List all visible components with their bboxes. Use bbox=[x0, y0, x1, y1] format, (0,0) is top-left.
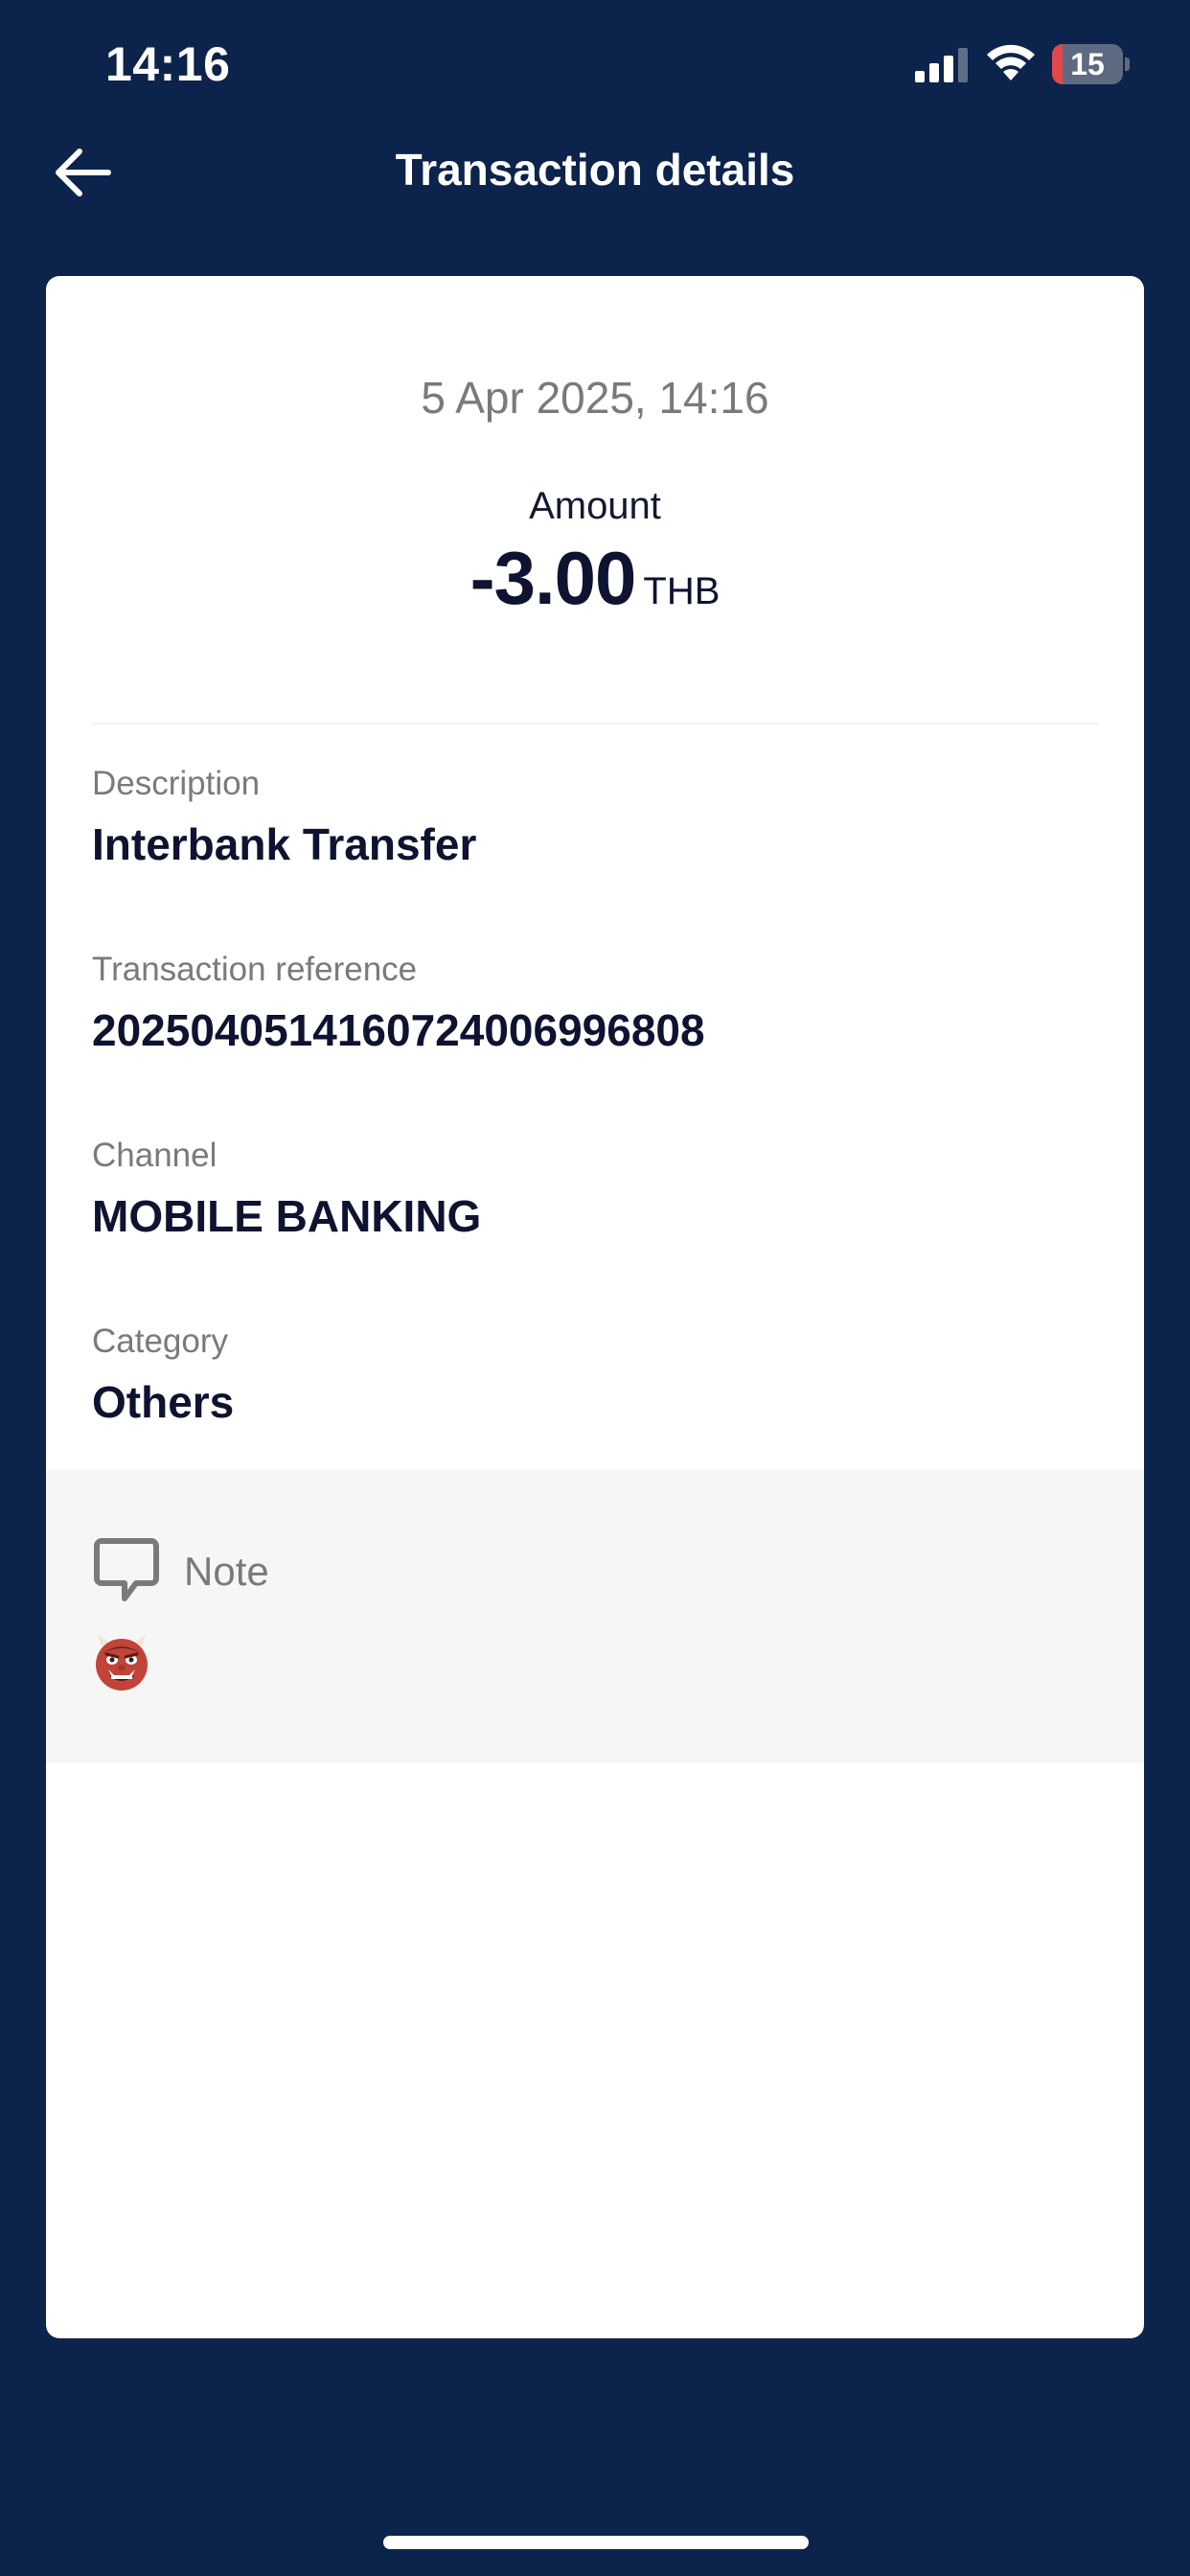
ogre-face-emoji bbox=[96, 1635, 148, 1690]
category-label: Category bbox=[92, 1322, 229, 1360]
amount-row: -3.00 THB bbox=[46, 535, 1144, 622]
speech-bubble-icon bbox=[94, 1538, 159, 1601]
battery-cap bbox=[1125, 58, 1130, 71]
amount-label: Amount bbox=[529, 485, 661, 527]
battery-body: 15 bbox=[1052, 44, 1123, 84]
description-label: Description bbox=[92, 765, 261, 802]
category-value: Others bbox=[92, 1377, 235, 1427]
divider bbox=[92, 723, 1098, 724]
reference-value: 2025040514160724006996808 bbox=[92, 1005, 705, 1055]
battery-indicator: 15 bbox=[1052, 44, 1130, 84]
battery-level: 15 bbox=[1070, 47, 1105, 81]
reference-label: Transaction reference bbox=[92, 951, 418, 988]
status-bar: 14:16 15 bbox=[0, 0, 1190, 134]
page-title: Transaction details bbox=[395, 145, 795, 195]
channel-field: Channel MOBILE BANKING bbox=[92, 1137, 1098, 1242]
note-section[interactable]: Note bbox=[46, 1470, 1144, 1763]
description-value: Interbank Transfer bbox=[92, 819, 477, 869]
wifi-icon bbox=[987, 44, 1035, 80]
channel-label: Channel bbox=[92, 1137, 217, 1174]
home-indicator[interactable] bbox=[383, 2536, 809, 2549]
cellular-signal-icon bbox=[915, 48, 968, 82]
transaction-date: 5 Apr 2025, 14:16 bbox=[421, 373, 769, 423]
channel-value: MOBILE BANKING bbox=[92, 1191, 482, 1241]
status-time: 14:16 bbox=[105, 37, 231, 91]
reference-field: Transaction reference 202504051416072400… bbox=[92, 951, 1098, 1056]
description-field: Description Interbank Transfer bbox=[92, 765, 1098, 870]
amount-currency: THB bbox=[643, 570, 721, 612]
category-field[interactable]: Category Others bbox=[92, 1322, 1098, 1428]
transaction-card: 5 Apr 2025, 14:16 Amount -3.00 THB Descri… bbox=[46, 276, 1144, 2338]
amount-value: -3.00 bbox=[469, 536, 637, 620]
note-label: Note bbox=[184, 1549, 269, 1594]
